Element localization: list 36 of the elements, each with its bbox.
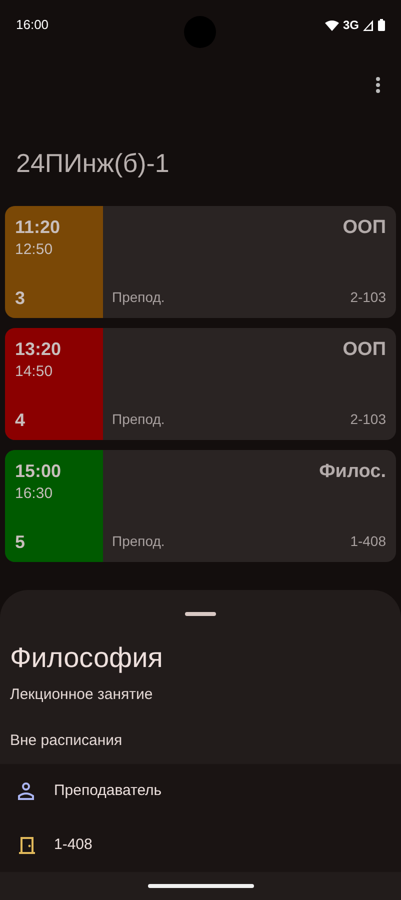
subject-label: ООП	[342, 216, 386, 240]
sheet-title: Философия	[10, 641, 163, 675]
start-time: 11:20	[15, 216, 60, 238]
drag-handle[interactable]	[185, 612, 216, 616]
subject-label: ООП	[342, 338, 386, 362]
more-options-icon[interactable]	[375, 76, 381, 94]
room-label: 1-408	[350, 532, 386, 551]
start-time: 13:20	[15, 338, 62, 360]
room-label: 2-103	[350, 288, 386, 307]
end-time: 12:50	[15, 240, 53, 260]
end-time: 16:30	[15, 484, 53, 504]
network-label: 3G	[342, 17, 359, 34]
status-time: 16:00	[16, 16, 49, 34]
room-label: 2-103	[350, 410, 386, 429]
schedule-note: Вне расписания	[10, 730, 122, 750]
lesson-type: Лекционное занятие	[10, 685, 153, 705]
start-time: 15:00	[15, 460, 62, 482]
lesson-number: 3	[15, 287, 26, 310]
teacher-label: Препод.	[112, 288, 165, 307]
teacher-label: Препод.	[112, 410, 165, 429]
subject-label: Филос.	[319, 460, 386, 484]
end-time: 14:50	[15, 362, 53, 382]
wifi-icon	[324, 20, 339, 30]
detail-text: Преподаватель	[54, 780, 162, 801]
door-icon	[18, 836, 36, 854]
lesson-number: 5	[15, 531, 26, 554]
lesson-number: 4	[15, 409, 26, 432]
battery-icon	[378, 19, 385, 31]
person-icon	[18, 782, 34, 800]
teacher-label: Препод.	[112, 532, 165, 551]
detail-text: 1-408	[54, 834, 92, 855]
lesson-card[interactable]: 11:20 12:50 3 ООП Препод. 2-103	[5, 206, 396, 318]
lesson-card[interactable]: 13:20 14:50 4 ООП Препод. 2-103	[5, 328, 396, 440]
group-title: 24ПИнж(б)-1	[16, 146, 170, 180]
lesson-card[interactable]: 15:00 16:30 5 Филос. Препод. 1-408	[5, 450, 396, 562]
signal-icon	[363, 20, 374, 30]
